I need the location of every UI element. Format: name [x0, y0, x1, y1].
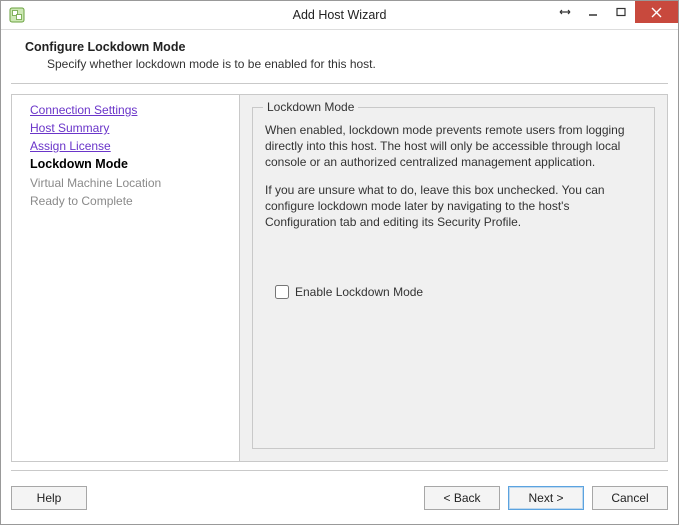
- step-vm-location: Virtual Machine Location: [30, 174, 239, 192]
- maximize-icon: [616, 7, 626, 17]
- close-button[interactable]: [635, 1, 678, 23]
- back-button[interactable]: < Back: [424, 486, 500, 510]
- resize-button[interactable]: [551, 1, 579, 23]
- wizard-header: Configure Lockdown Mode Specify whether …: [1, 30, 678, 81]
- enable-lockdown-label[interactable]: Enable Lockdown Mode: [295, 285, 423, 299]
- minimize-button[interactable]: [579, 1, 607, 23]
- next-button[interactable]: Next >: [508, 486, 584, 510]
- header-title: Configure Lockdown Mode: [25, 40, 664, 54]
- add-host-wizard-window: Add Host Wizard: [0, 0, 679, 525]
- wizard-steps-sidebar: Connection Settings Host Summary Assign …: [11, 94, 239, 462]
- header-subtitle: Specify whether lockdown mode is to be e…: [47, 57, 664, 71]
- enable-lockdown-checkbox[interactable]: [275, 285, 289, 299]
- step-ready-to-complete: Ready to Complete: [30, 192, 239, 210]
- minimize-icon: [588, 7, 598, 17]
- step-lockdown-mode: Lockdown Mode: [30, 155, 239, 174]
- step-host-summary[interactable]: Host Summary: [30, 119, 239, 137]
- step-assign-license[interactable]: Assign License: [30, 137, 239, 155]
- cancel-button[interactable]: Cancel: [592, 486, 668, 510]
- resize-icon: [559, 7, 571, 17]
- enable-lockdown-row: Enable Lockdown Mode: [275, 285, 642, 299]
- lockdown-mode-group: Lockdown Mode When enabled, lockdown mod…: [252, 107, 655, 449]
- group-legend: Lockdown Mode: [263, 100, 358, 114]
- wizard-main-panel: Lockdown Mode When enabled, lockdown mod…: [239, 94, 668, 462]
- group-paragraph-2: If you are unsure what to do, leave this…: [265, 182, 642, 230]
- window-controls: [551, 1, 678, 29]
- wizard-body: Connection Settings Host Summary Assign …: [1, 84, 678, 470]
- titlebar: Add Host Wizard: [1, 1, 678, 30]
- app-icon: [8, 6, 26, 24]
- wizard-footer: Help < Back Next > Cancel: [11, 470, 668, 516]
- close-icon: [651, 7, 662, 18]
- group-paragraph-1: When enabled, lockdown mode prevents rem…: [265, 122, 642, 170]
- help-button[interactable]: Help: [11, 486, 87, 510]
- step-connection-settings[interactable]: Connection Settings: [30, 101, 239, 119]
- maximize-button[interactable]: [607, 1, 635, 23]
